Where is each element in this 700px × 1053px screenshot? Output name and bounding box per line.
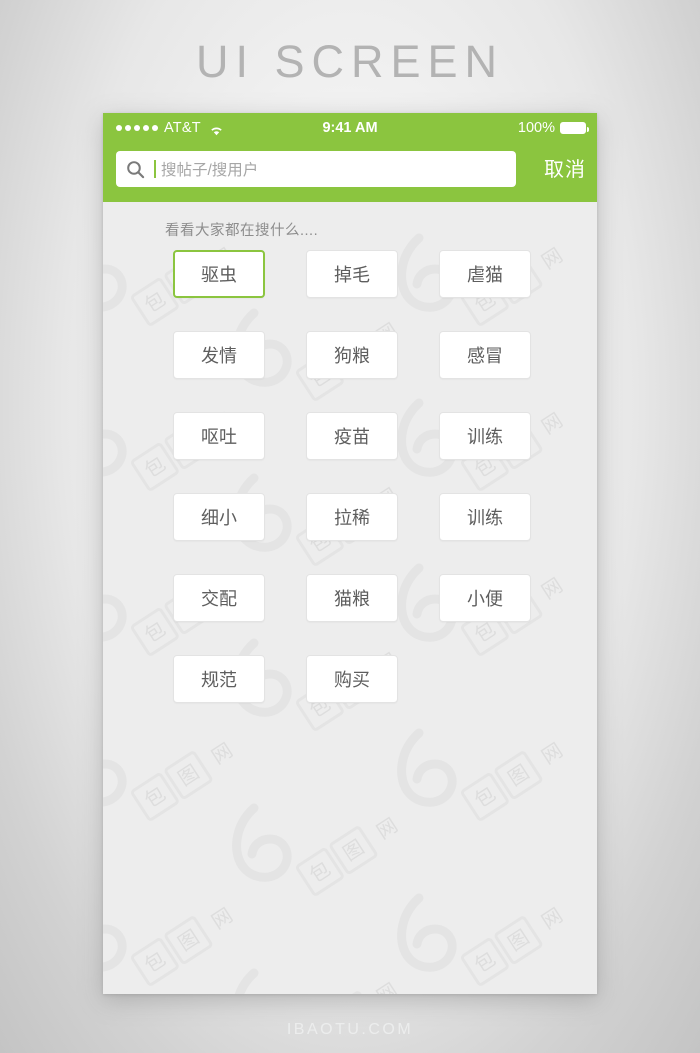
search-tag[interactable]: 交配	[173, 574, 265, 622]
svg-text:包: 包	[305, 857, 334, 887]
tag-row: 细小 拉稀 训练	[173, 493, 533, 541]
svg-text:网: 网	[373, 815, 402, 844]
svg-text:图: 图	[175, 926, 204, 955]
svg-text:包: 包	[140, 452, 169, 482]
tag-row: 交配 猫粮 小便	[173, 574, 533, 622]
search-tag[interactable]: 呕吐	[173, 412, 265, 460]
search-input[interactable]: 搜帖子/搜用户	[116, 151, 516, 187]
svg-text:网: 网	[538, 245, 567, 274]
svg-text:图: 图	[340, 836, 369, 865]
hot-search-tag-grid: 驱虫 掉毛 虐猫 发情 狗粮 感冒 呕吐 疫苗 训练 细小 拉稀 训练 交配 猫粮 小便 规范 购买	[173, 250, 533, 736]
svg-text:包: 包	[470, 947, 499, 977]
watermark: 包图网	[228, 792, 418, 922]
search-tag[interactable]: 训练	[439, 493, 531, 541]
section-hint: 看看大家都在搜什么....	[165, 223, 319, 239]
svg-text:网: 网	[208, 740, 237, 769]
search-tag-selected[interactable]: 驱虫	[173, 250, 265, 298]
battery-percent-label: 100%	[517, 120, 555, 136]
search-tag[interactable]: 疫苗	[306, 412, 398, 460]
tag-row: 发情 狗粮 感冒	[173, 331, 533, 379]
svg-text:网: 网	[373, 980, 402, 994]
svg-text:包: 包	[140, 287, 169, 317]
search-tag[interactable]: 发情	[173, 331, 265, 379]
tag-row: 驱虫 掉毛 虐猫	[173, 250, 533, 298]
status-bar-right: 100%	[517, 113, 589, 143]
watermark: 包图网	[228, 957, 418, 994]
search-tag[interactable]: 感冒	[439, 331, 531, 379]
page-footer: IBAOTU.COM	[286, 1021, 414, 1038]
phone-mockup: AT&T 9:41 AM 100% 搜帖子/搜用户 取消 包 包 网 包 包 包…	[103, 113, 597, 994]
svg-text:网: 网	[208, 905, 237, 934]
watermark: 包图网	[393, 882, 583, 994]
search-tag[interactable]: 细小	[173, 493, 265, 541]
search-tag[interactable]: 猫粮	[306, 574, 398, 622]
search-tag[interactable]: 购买	[306, 655, 398, 703]
search-icon	[126, 160, 145, 179]
watermark: 包图网	[103, 882, 253, 994]
watermark: 包图网	[103, 717, 253, 847]
search-tag[interactable]: 小便	[439, 574, 531, 622]
svg-text:图: 图	[505, 926, 534, 955]
search-tag[interactable]: 规范	[173, 655, 265, 703]
search-bar: 搜帖子/搜用户 取消	[103, 146, 597, 194]
tag-row: 呕吐 疫苗 训练	[173, 412, 533, 460]
text-cursor	[154, 160, 156, 178]
page-title: UI SCREEN	[195, 36, 505, 87]
svg-text:网: 网	[538, 410, 567, 439]
svg-text:包: 包	[140, 782, 169, 812]
svg-text:网: 网	[538, 905, 567, 934]
status-bar: AT&T 9:41 AM 100%	[103, 113, 597, 143]
svg-text:包: 包	[470, 782, 499, 812]
screen-body: 包图网包图网包图网包图网包图网包图网包图网包图网包图网包图网包图网包图网包图网包…	[103, 202, 597, 994]
tag-row: 规范 购买	[173, 655, 533, 703]
search-tag[interactable]: 训练	[439, 412, 531, 460]
search-tag[interactable]: 虐猫	[439, 250, 531, 298]
search-tag[interactable]: 狗粮	[306, 331, 398, 379]
battery-full-icon	[560, 122, 589, 134]
search-placeholder: 搜帖子/搜用户	[161, 162, 259, 179]
svg-text:图: 图	[175, 761, 204, 790]
svg-text:包: 包	[140, 947, 169, 977]
cancel-button[interactable]: 取消	[544, 153, 586, 182]
search-tag[interactable]: 拉稀	[306, 493, 398, 541]
svg-text:网: 网	[538, 740, 567, 769]
search-tag[interactable]: 掉毛	[306, 250, 398, 298]
watermark: 包图网	[393, 717, 583, 847]
svg-text:包: 包	[140, 617, 169, 647]
svg-text:网: 网	[538, 575, 567, 604]
svg-text:图: 图	[505, 761, 534, 790]
app-header: AT&T 9:41 AM 100% 搜帖子/搜用户 取消	[103, 113, 597, 202]
